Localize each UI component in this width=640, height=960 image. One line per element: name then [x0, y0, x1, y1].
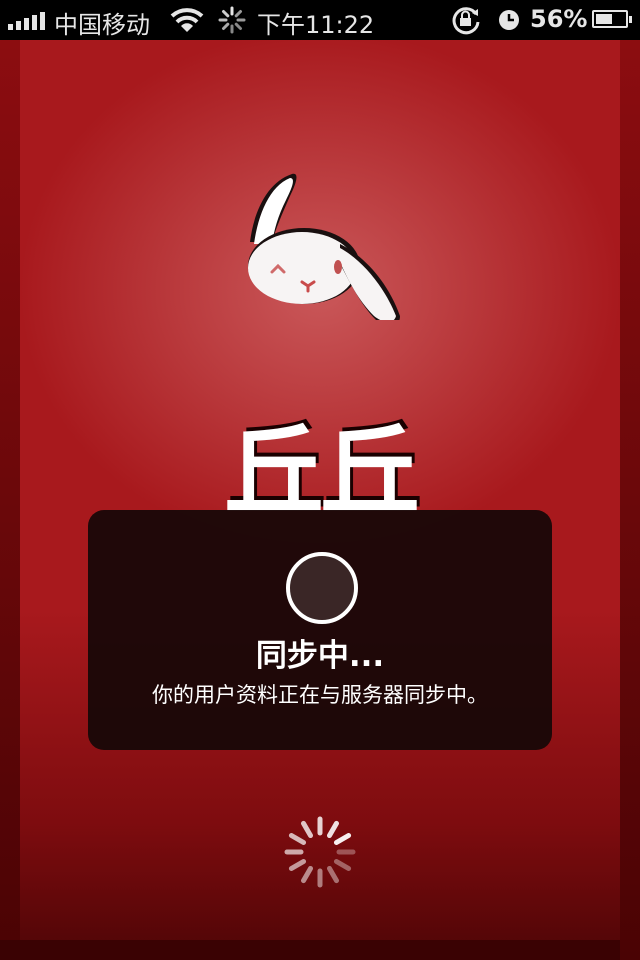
spinner-spoke — [288, 859, 307, 871]
sync-dialog: 同步中... 你的用户资料正在与服务器同步中。 — [88, 510, 552, 750]
battery-level-fill — [596, 14, 612, 24]
sync-message: 你的用户资料正在与服务器同步中。 — [152, 683, 488, 707]
network-activity-icon — [218, 6, 246, 34]
battery-icon — [592, 10, 632, 28]
spinner-spoke — [301, 820, 313, 839]
screen: 中国移动 下午11:22 56% 丘丘 同步中... 你的用户资料正在与服务器同… — [0, 0, 640, 960]
sync-progress-icon — [286, 552, 358, 624]
spinner-spoke — [301, 865, 313, 884]
status-time: 下午11:22 — [257, 11, 375, 39]
rotation-lock-icon — [452, 7, 480, 35]
battery-percent: 56% — [530, 5, 588, 33]
status-bar: 中国移动 下午11:22 56% — [0, 0, 640, 40]
loading-spinner-icon — [284, 816, 356, 888]
app-screen: 丘丘 同步中... 你的用户资料正在与服务器同步中。 — [0, 40, 640, 960]
alarm-icon — [499, 10, 519, 30]
spinner-spoke — [333, 833, 352, 845]
spinner-spoke — [327, 820, 339, 839]
carrier-name: 中国移动 — [54, 11, 150, 39]
spinner-spoke — [288, 833, 307, 845]
signal-bars-icon — [8, 12, 48, 30]
sync-title: 同步中... — [255, 638, 385, 674]
spinner-spoke — [327, 865, 339, 884]
bottom-edge — [0, 940, 640, 960]
spinner-spoke — [333, 859, 352, 871]
wifi-icon — [170, 8, 204, 32]
rabbit-logo-icon — [248, 173, 400, 320]
